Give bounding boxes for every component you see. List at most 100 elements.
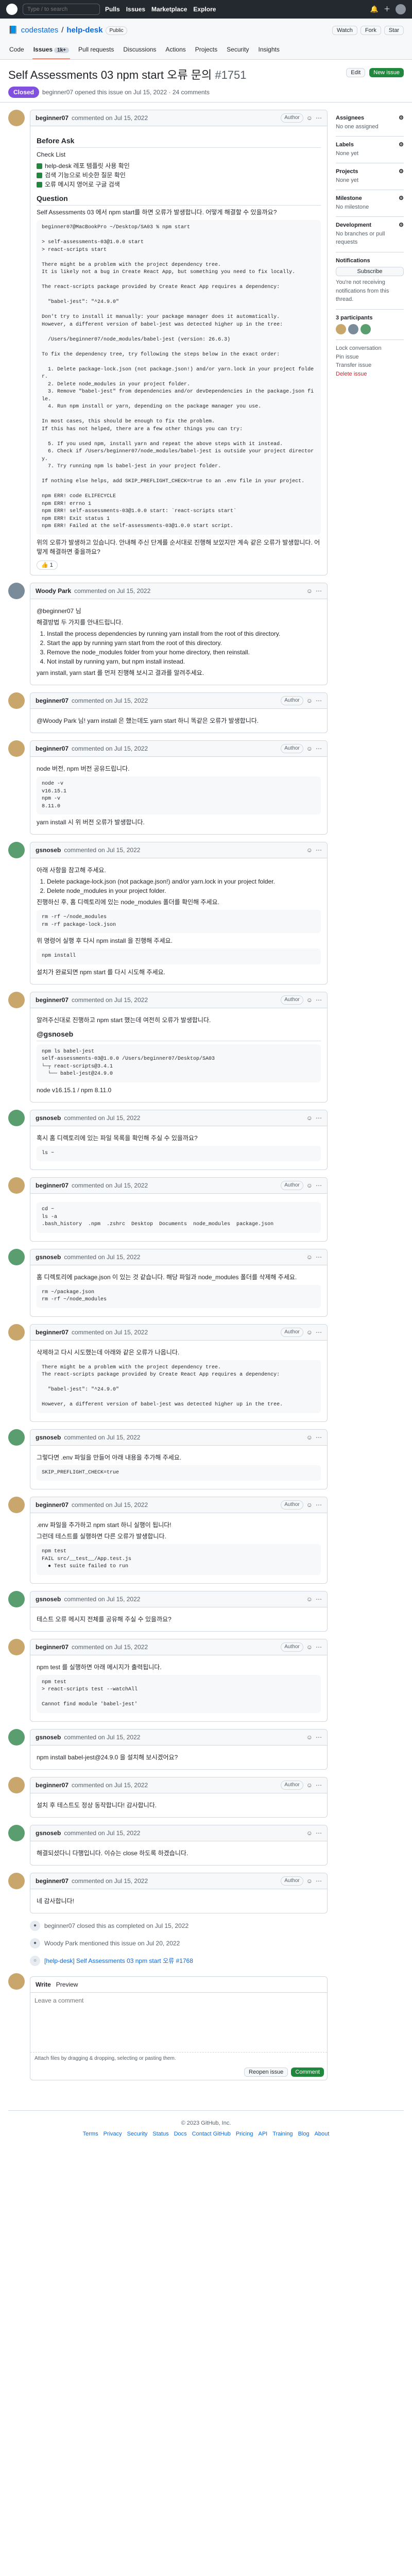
comment-author[interactable]: Woody Park bbox=[36, 586, 71, 596]
avatar[interactable] bbox=[8, 1177, 25, 1194]
star-button[interactable]: Star bbox=[384, 26, 404, 36]
top-nav-item[interactable]: Marketplace bbox=[151, 5, 187, 14]
gear-icon[interactable]: ⚙ bbox=[399, 114, 404, 123]
avatar[interactable] bbox=[8, 1824, 25, 1841]
new-issue-button[interactable]: New issue bbox=[369, 67, 404, 77]
comment-author[interactable]: gsnoseb bbox=[36, 1828, 61, 1838]
kebab-menu-icon[interactable]: ⋯ bbox=[316, 1433, 322, 1442]
comment-time[interactable]: commented on Jul 15, 2022 bbox=[64, 1595, 140, 1604]
kebab-menu-icon[interactable]: ⋯ bbox=[316, 113, 322, 123]
comment-author[interactable]: beginner07 bbox=[36, 1781, 68, 1790]
comment-time[interactable]: commented on Jul 15, 2022 bbox=[64, 1733, 140, 1742]
avatar[interactable] bbox=[8, 1638, 25, 1655]
avatar[interactable] bbox=[8, 1497, 25, 1514]
avatar[interactable] bbox=[8, 740, 25, 757]
kebab-menu-icon[interactable]: ⋯ bbox=[316, 696, 322, 705]
avatar[interactable] bbox=[8, 1109, 25, 1126]
kebab-menu-icon[interactable]: ⋯ bbox=[316, 845, 322, 855]
footer-link[interactable]: API bbox=[258, 2130, 267, 2139]
comment-button[interactable]: Comment bbox=[291, 2067, 324, 2077]
kebab-menu-icon[interactable]: ⋯ bbox=[316, 1642, 322, 1652]
avatar[interactable] bbox=[8, 110, 25, 127]
tab-preview[interactable]: Preview bbox=[56, 1980, 78, 1989]
comment-time[interactable]: commented on Jul 15, 2022 bbox=[72, 1642, 148, 1652]
comment-author[interactable]: beginner07 bbox=[36, 995, 68, 1005]
fork-button[interactable]: Fork bbox=[360, 26, 381, 36]
avatar[interactable] bbox=[8, 692, 25, 709]
avatar[interactable] bbox=[8, 1973, 25, 1990]
smiley-icon[interactable]: ☺ bbox=[306, 1113, 313, 1123]
participant-avatar[interactable] bbox=[336, 324, 346, 335]
comment-time[interactable]: commented on Jul 15, 2022 bbox=[74, 586, 150, 596]
github-logo-icon[interactable] bbox=[6, 4, 18, 15]
avatar[interactable] bbox=[8, 1590, 25, 1607]
comment-author[interactable]: gsnoseb bbox=[36, 1252, 61, 1262]
tab-discussions[interactable]: Discussions bbox=[122, 42, 157, 59]
checkbox[interactable] bbox=[37, 173, 42, 179]
comment-author[interactable]: beginner07 bbox=[36, 1876, 68, 1886]
footer-link[interactable]: Contact GitHub bbox=[192, 2130, 231, 2139]
comment-time[interactable]: commented on Jul 15, 2022 bbox=[64, 845, 140, 855]
smiley-icon[interactable]: ☺ bbox=[306, 995, 313, 1005]
footer-link[interactable]: About bbox=[315, 2130, 330, 2139]
footer-link[interactable]: Pricing bbox=[236, 2130, 253, 2139]
footer-link[interactable]: Privacy bbox=[104, 2130, 122, 2139]
comment-time[interactable]: commented on Jul 15, 2022 bbox=[64, 1828, 140, 1838]
participant-avatar[interactable] bbox=[348, 324, 358, 335]
tab-security[interactable]: Security bbox=[226, 42, 250, 59]
comment-author[interactable]: beginner07 bbox=[36, 1328, 68, 1337]
footer-link[interactable]: Training bbox=[272, 2130, 293, 2139]
comment-author[interactable]: beginner07 bbox=[36, 1181, 68, 1190]
comment-time[interactable]: commented on Jul 15, 2022 bbox=[72, 1781, 148, 1790]
delete-issue-link[interactable]: Delete issue bbox=[336, 370, 404, 379]
kebab-menu-icon[interactable]: ⋯ bbox=[316, 586, 322, 596]
smiley-icon[interactable]: ☺ bbox=[306, 744, 313, 753]
tab-pull-requests[interactable]: Pull requests bbox=[77, 42, 115, 59]
comment-author[interactable]: beginner07 bbox=[36, 696, 68, 705]
mention-link[interactable]: [help-desk] Self Assessments 03 npm star… bbox=[44, 1956, 193, 1965]
repo-owner[interactable]: codestates bbox=[21, 25, 59, 37]
comment-time[interactable]: commented on Jul 15, 2022 bbox=[72, 1181, 148, 1190]
comment-input[interactable] bbox=[30, 1992, 327, 2049]
edit-button[interactable]: Edit bbox=[346, 67, 366, 77]
gear-icon[interactable]: ⚙ bbox=[399, 141, 404, 149]
smiley-icon[interactable]: ☺ bbox=[306, 1642, 313, 1652]
gear-icon[interactable]: ⚙ bbox=[399, 167, 404, 176]
comment-author[interactable]: gsnoseb bbox=[36, 1433, 61, 1442]
kebab-menu-icon[interactable]: ⋯ bbox=[316, 1328, 322, 1337]
top-nav-item[interactable]: Issues bbox=[126, 5, 145, 14]
tab-projects[interactable]: Projects bbox=[194, 42, 218, 59]
comment-author[interactable]: beginner07 bbox=[36, 1642, 68, 1652]
smiley-icon[interactable]: ☺ bbox=[306, 696, 313, 705]
avatar[interactable] bbox=[8, 1776, 25, 1793]
kebab-menu-icon[interactable]: ⋯ bbox=[316, 1113, 322, 1123]
smiley-icon[interactable]: ☺ bbox=[306, 845, 313, 855]
kebab-menu-icon[interactable]: ⋯ bbox=[316, 1500, 322, 1510]
kebab-menu-icon[interactable]: ⋯ bbox=[316, 995, 322, 1005]
comment-author[interactable]: beginner07 bbox=[36, 113, 68, 123]
reaction-button[interactable]: 👍 1 bbox=[37, 560, 58, 570]
footer-link[interactable]: Blog bbox=[298, 2130, 310, 2139]
comment-time[interactable]: commented on Jul 15, 2022 bbox=[64, 1252, 140, 1262]
footer-link[interactable]: Security bbox=[127, 2130, 148, 2139]
kebab-menu-icon[interactable]: ⋯ bbox=[316, 1876, 322, 1886]
smiley-icon[interactable]: ☺ bbox=[306, 1828, 313, 1838]
kebab-menu-icon[interactable]: ⋯ bbox=[316, 1595, 322, 1604]
smiley-icon[interactable]: ☺ bbox=[306, 1781, 313, 1790]
attach-files[interactable]: Attach files by dragging & dropping, sel… bbox=[30, 2052, 327, 2064]
smiley-icon[interactable]: ☺ bbox=[306, 1595, 313, 1604]
comment-author[interactable]: gsnoseb bbox=[36, 1595, 61, 1604]
tab-write[interactable]: Write bbox=[36, 1980, 51, 1989]
bell-icon[interactable]: 🔔 bbox=[370, 4, 379, 14]
avatar[interactable] bbox=[8, 1429, 25, 1446]
tab-actions[interactable]: Actions bbox=[164, 42, 186, 59]
comment-time[interactable]: commented on Jul 15, 2022 bbox=[72, 744, 148, 753]
tab-code[interactable]: Code bbox=[8, 42, 25, 59]
smiley-icon[interactable]: ☺ bbox=[306, 586, 313, 596]
comment-time[interactable]: commented on Jul 15, 2022 bbox=[72, 995, 148, 1005]
comment-author[interactable]: gsnoseb bbox=[36, 845, 61, 855]
smiley-icon[interactable]: ☺ bbox=[306, 1181, 313, 1190]
footer-link[interactable]: Status bbox=[152, 2130, 168, 2139]
reopen-issue-button[interactable]: Reopen issue bbox=[244, 2067, 288, 2077]
checkbox[interactable] bbox=[37, 182, 42, 188]
